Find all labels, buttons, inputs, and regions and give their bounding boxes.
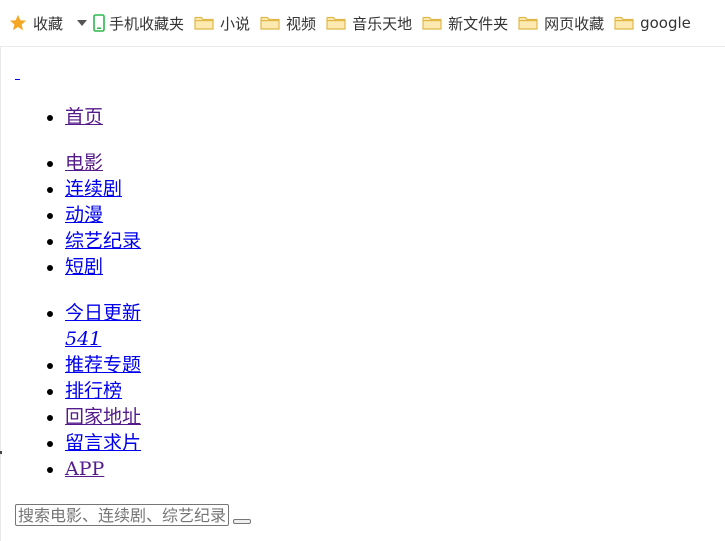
folder-icon <box>326 16 346 30</box>
nav-link-shorts[interactable]: 短剧 <box>65 256 103 278</box>
folder-icon <box>194 16 214 30</box>
nav-link-request[interactable]: 留言求片 <box>65 432 141 454</box>
nav-link-today-update[interactable]: 今日更新 541 <box>65 302 141 352</box>
nav-link-home-address[interactable]: 回家地址 <box>65 406 141 428</box>
nav-link-ranking[interactable]: 排行榜 <box>65 380 122 402</box>
nav-item-shorts: 短剧 <box>65 254 141 280</box>
nav-item-app: APP <box>65 456 141 482</box>
today-update-count: 541 <box>65 328 102 350</box>
today-update-label: 今日更新 <box>65 302 142 324</box>
bookmark-folder[interactable]: google <box>614 0 691 46</box>
nav-link-variety[interactable]: 综艺纪录 <box>65 230 141 252</box>
folder-icon <box>614 16 634 30</box>
bookmark-folder[interactable]: 网页收藏 <box>518 0 604 46</box>
folder-icon <box>518 16 538 30</box>
bookmark-folder[interactable]: 视频 <box>260 0 316 46</box>
nav-item-home: 首页 <box>65 104 103 130</box>
nav-item-movies: 电影 <box>65 150 141 176</box>
nav-link-topics[interactable]: 推荐专题 <box>65 354 141 376</box>
bookmark-folder-label: 音乐天地 <box>352 14 413 33</box>
logo-link[interactable] <box>15 73 20 80</box>
nav-link-app[interactable]: APP <box>65 458 104 480</box>
nav-item-topics: 推荐专题 <box>65 352 141 378</box>
bookmark-folder[interactable]: 音乐天地 <box>326 0 412 46</box>
bookmark-folder-label: 视频 <box>286 14 317 33</box>
bookmark-mobile-favorites-label: 手机收藏夹 <box>109 14 185 33</box>
chevron-down-icon[interactable] <box>77 0 88 46</box>
bookmark-folder-label: 网页收藏 <box>544 14 605 33</box>
nav-item-anime: 动漫 <box>65 202 141 228</box>
search-input[interactable] <box>15 504 229 526</box>
bookmark-folder-label: 小说 <box>220 14 251 33</box>
nav-item-today-update: 今日更新 541 <box>65 300 141 352</box>
folder-icon <box>260 16 280 30</box>
nav-item-series: 连续剧 <box>65 176 141 202</box>
nav-link-anime[interactable]: 动漫 <box>65 204 103 226</box>
divider <box>0 451 2 454</box>
primary-nav: 首页 <box>2 104 103 130</box>
nav-link-movies[interactable]: 电影 <box>65 152 103 174</box>
nav-link-series[interactable]: 连续剧 <box>65 178 122 200</box>
bookmark-folder[interactable]: 小说 <box>194 0 250 46</box>
search-button[interactable] <box>233 519 251 524</box>
nav-item-home-address: 回家地址 <box>65 404 141 430</box>
nav-item-variety: 综艺纪录 <box>65 228 141 254</box>
bookmark-favorites[interactable]: 收藏 <box>9 0 63 46</box>
phone-icon <box>93 14 105 32</box>
nav-item-ranking: 排行榜 <box>65 378 141 404</box>
bookmarks-bar: 收藏 手机收藏夹 小说 视频 音乐天地 新文件夹 网页收藏 google <box>0 0 725 47</box>
bookmark-favorites-label: 收藏 <box>33 14 64 33</box>
bookmark-mobile-favorites[interactable]: 手机收藏夹 <box>93 0 184 46</box>
nav-link-home[interactable]: 首页 <box>65 106 103 128</box>
bookmark-folder-label: google <box>640 14 691 32</box>
page-content: 首页 电影 连续剧 动漫 综艺纪录 短剧 今日更新 541 推荐专题 <box>0 47 725 541</box>
folder-icon <box>422 16 442 30</box>
bookmark-folder[interactable]: 新文件夹 <box>422 0 508 46</box>
bookmark-folder-label: 新文件夹 <box>448 14 509 33</box>
star-icon <box>9 14 27 31</box>
nav-item-request: 留言求片 <box>65 430 141 456</box>
category-nav: 电影 连续剧 动漫 综艺纪录 短剧 <box>2 150 141 280</box>
extras-nav: 今日更新 541 推荐专题 排行榜 回家地址 留言求片 APP <box>2 300 141 482</box>
